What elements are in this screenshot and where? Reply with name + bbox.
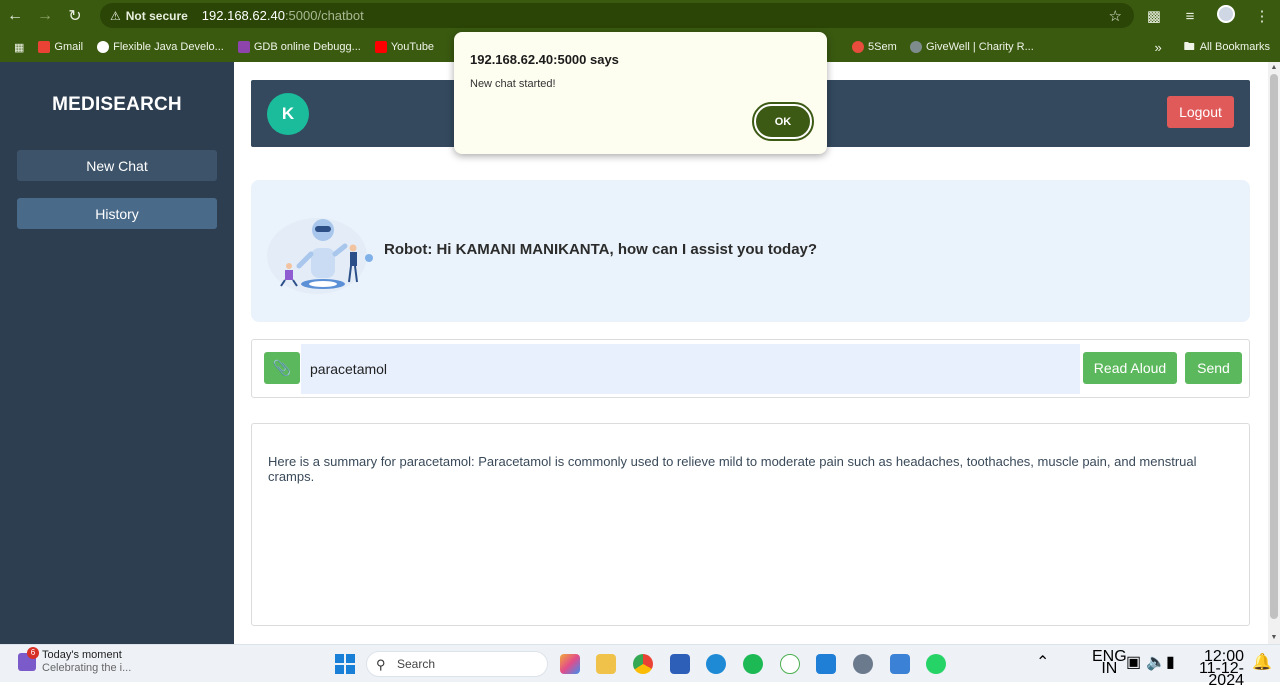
mongodb-icon[interactable] [780,654,800,674]
page-scrollbar[interactable]: ▲ ▼ [1268,62,1280,644]
windows-start-icon[interactable] [335,654,355,674]
query-bar: 📎 Read Aloud Send [251,339,1250,398]
settings-icon[interactable] [853,654,873,674]
security-label: Not secure [125,8,188,23]
profile-avatar[interactable] [1208,5,1244,27]
extensions-icon[interactable]: ▩ [1136,7,1172,25]
news-subtitle: Celebrating the i... [42,662,132,674]
news-widget[interactable]: 6 Today's moment Celebrating the i... [18,647,132,675]
dialog-message: New chat started! [470,78,556,90]
reload-icon[interactable]: ↻ [60,1,90,31]
scroll-thumb[interactable] [1270,74,1278,619]
apps-icon[interactable]: ▦ [14,41,24,54]
response-panel: Here is a summary for paracetamol: Parac… [251,423,1250,626]
store-icon[interactable] [670,654,690,674]
copilot-icon[interactable] [560,654,580,674]
clock-date: 11-12-2024 [1198,660,1244,689]
bookmark-gmail[interactable]: Gmail [38,41,83,53]
bookmark-star-icon[interactable]: ☆ [1109,7,1122,25]
taskbar-search[interactable]: ⚲ Search [366,651,548,677]
search-icon: ⚲ [376,657,386,672]
address-bar[interactable]: ⚠ Not secure 192.168.62.40:5000/chatbot … [100,3,1134,28]
response-text: Here is a summary for paracetamol: Parac… [268,454,1197,484]
all-bookmarks[interactable]: All Bookmarks [1200,41,1270,53]
bookmark-youtube[interactable]: YouTube [374,41,434,53]
greeting-card: Robot: Hi KAMANI MANIKANTA, how can I as… [251,180,1250,322]
file-explorer-icon[interactable] [596,654,616,674]
spotify-icon[interactable] [743,654,763,674]
send-button[interactable]: Send [1185,352,1242,384]
widgets-icon: 6 [18,647,39,671]
history-button[interactable]: History [17,198,217,229]
logout-button[interactable]: Logout [1167,96,1234,128]
warning-icon: ⚠ [110,8,121,23]
scroll-up-icon[interactable]: ▲ [1268,62,1280,74]
browser-actions: ▩ ≡ ⋮ [1136,0,1280,32]
alert-dialog: 192.168.62.40:5000 says New chat started… [454,32,827,154]
chrome-icon[interactable] [633,654,653,674]
back-icon[interactable]: ← [0,1,30,31]
news-badge: 6 [27,647,39,659]
taskbar: 6 Today's moment Celebrating the i... ⚲ … [0,644,1280,689]
notification-bell-icon[interactable]: 🔔 [1252,655,1272,671]
tray-chevron-icon[interactable]: ⌃ [1036,655,1049,671]
forward-icon[interactable]: → [30,1,60,31]
paperclip-icon: 📎 [272,360,292,377]
dialog-ok-button[interactable]: OK [752,102,814,141]
bookmark-gdb[interactable]: GDB online Debugg... [237,41,361,53]
url-path: :5000/chatbot [284,8,364,23]
edge-icon[interactable] [706,654,726,674]
url-host: 192.168.62.40 [201,8,285,23]
robot-illustration [267,218,373,294]
bookmark-java[interactable]: Flexible Java Develo... [97,41,224,53]
whatsapp-icon[interactable] [926,654,946,674]
volume-icon[interactable]: 🔈 [1146,655,1166,671]
search-label: Search [397,657,436,671]
bookmark-givewell[interactable]: GiveWell | Charity R... [910,41,1034,53]
news-title: Today's moment [42,649,122,661]
sidebar: MEDISEARCH New Chat History [0,62,234,644]
folder-icon: 🖿 [1183,40,1195,53]
notepad-icon[interactable] [890,654,910,674]
more-bookmarks-icon[interactable]: » [1154,40,1161,55]
query-input[interactable] [301,344,1080,394]
network-icon[interactable]: ▣ [1126,655,1141,671]
language-indicator[interactable]: ENG IN [1092,649,1127,677]
dialog-title: 192.168.62.40:5000 says [470,52,619,67]
greeting-text: Robot: Hi KAMANI MANIKANTA, how can I as… [384,241,818,258]
read-aloud-button[interactable]: Read Aloud [1083,352,1177,384]
attach-button[interactable]: 📎 [264,352,300,384]
scroll-down-icon[interactable]: ▼ [1268,632,1280,644]
user-avatar[interactable]: K [267,93,309,135]
bookmarks-right: » 🖿 All Bookmarks [1154,32,1270,62]
bookmark-5sem[interactable]: 5Sem [852,41,897,53]
app-brand: MEDISEARCH [52,94,182,115]
new-chat-button[interactable]: New Chat [17,150,217,181]
vscode-icon[interactable] [816,654,836,674]
menu-icon[interactable]: ⋮ [1244,7,1280,25]
battery-icon[interactable]: ▮ [1166,655,1175,671]
reading-list-icon[interactable]: ≡ [1172,8,1208,25]
